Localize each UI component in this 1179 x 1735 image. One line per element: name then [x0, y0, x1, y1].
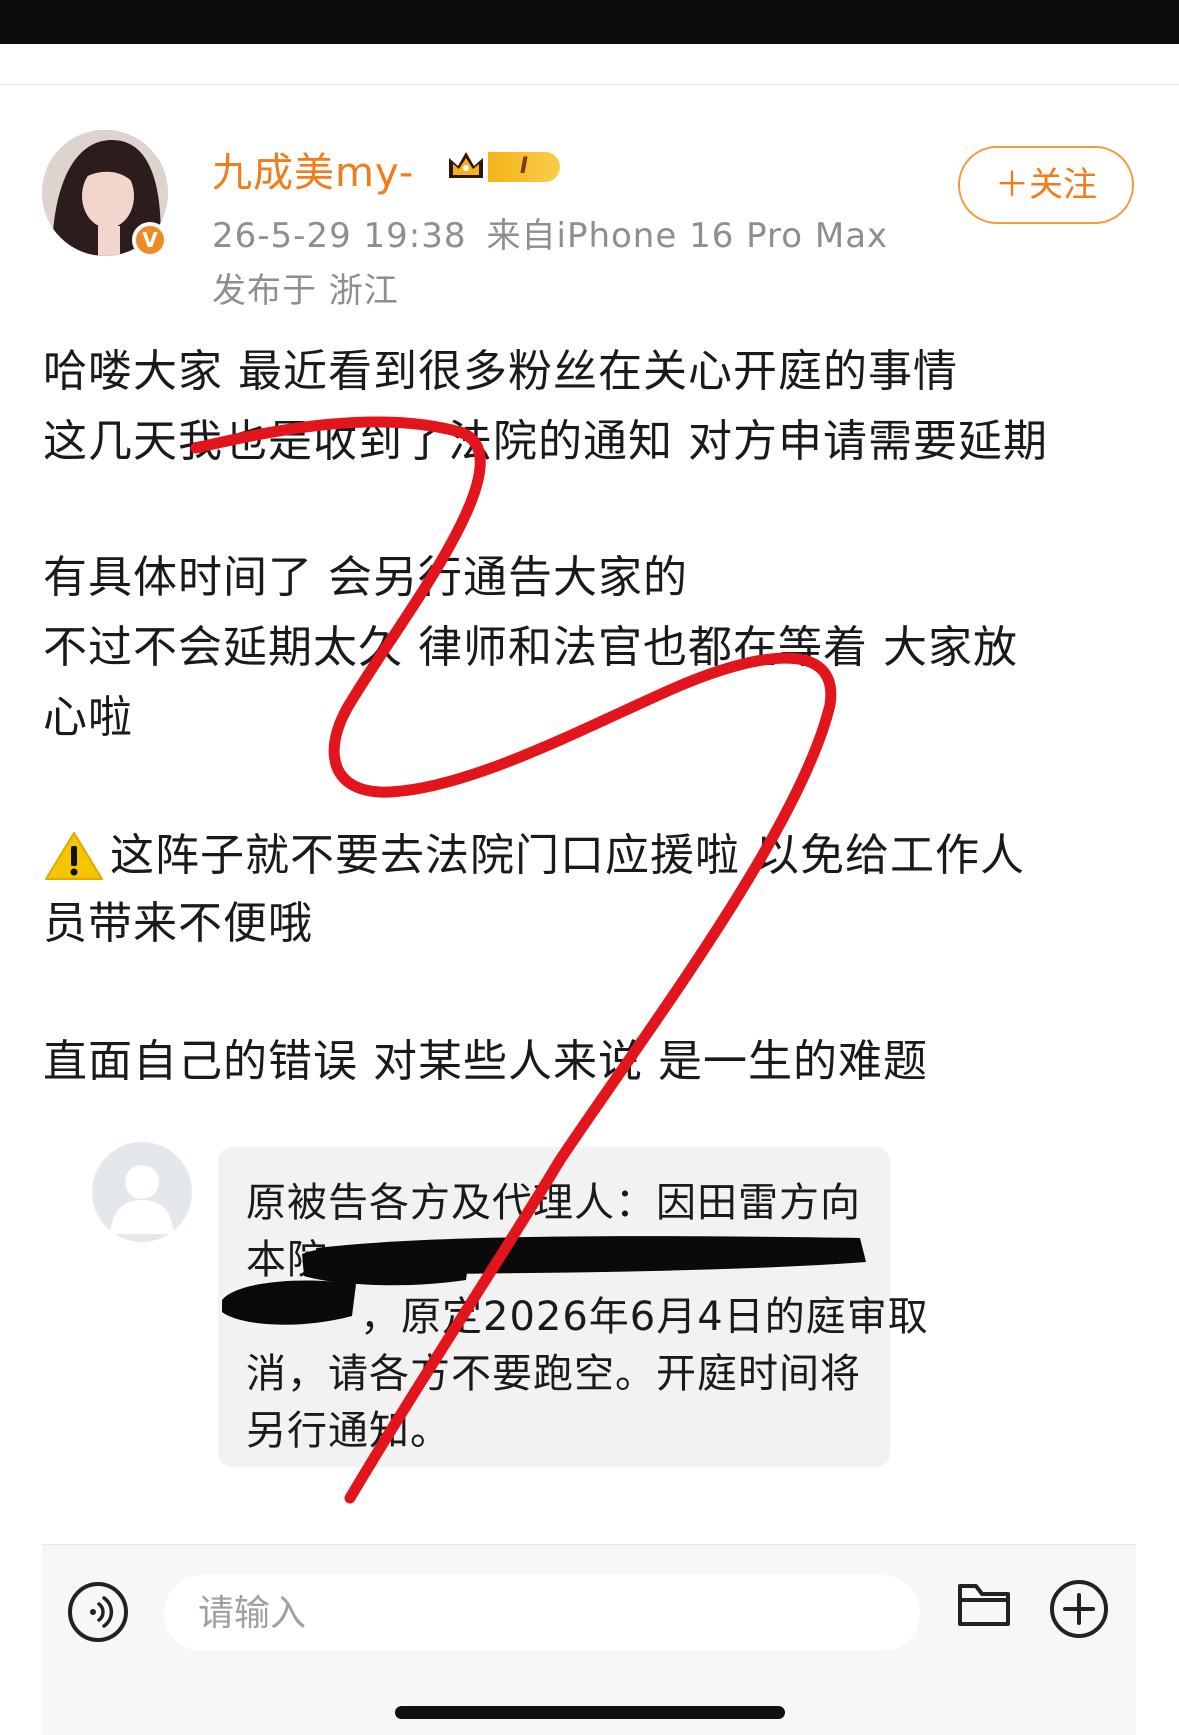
divider	[0, 84, 1179, 85]
verified-badge: V	[132, 222, 168, 258]
post-text-line: 哈喽大家 最近看到很多粉丝在关心开庭的事情	[43, 346, 958, 397]
home-indicator	[395, 1706, 785, 1719]
voice-button[interactable]	[68, 1582, 128, 1642]
message-line: 消，请各方不要跑空。开庭时间将	[246, 1351, 861, 1397]
message-line: 原被告各方及代理人：因田雷方向	[246, 1180, 861, 1226]
level-badge: I	[488, 152, 560, 182]
comment-input[interactable]	[164, 1575, 920, 1651]
post-source: 来自iPhone 16 Pro Max	[486, 216, 889, 256]
voice-icon	[90, 1596, 114, 1628]
message-line: 另行通知。	[246, 1408, 451, 1454]
post-text-line: 员带来不便哦	[43, 898, 313, 949]
post-meta: 26-5-29 19:38 来自iPhone 16 Pro Max	[212, 208, 888, 257]
post-text-line: 这阵子就不要去法院门口应援啦 以免给工作人	[110, 830, 1025, 881]
message-line: ，原定2026年6月4日的庭审取	[360, 1294, 929, 1340]
author-name[interactable]: 九成美my-	[212, 140, 414, 198]
post-text-line: 直面自己的错误 对某些人来说 是一生的难题	[43, 1036, 928, 1087]
crown-icon	[449, 152, 483, 178]
folder-icon[interactable]	[956, 1580, 1012, 1630]
warning-icon	[45, 832, 103, 880]
post-text-line: 心啦	[43, 692, 133, 743]
person-silhouette-icon	[110, 1165, 174, 1234]
message-line: 本院	[246, 1237, 328, 1283]
plus-circle-icon[interactable]	[1048, 1578, 1110, 1640]
follow-button[interactable]: ＋关注	[958, 146, 1134, 224]
post-text-line: 不过不会延期太久 律师和法官也都在等着 大家放	[43, 622, 1018, 673]
post-location: 发布于 浙江	[212, 271, 399, 311]
post-text-line: 有具体时间了 会另行通告大家的	[43, 552, 688, 603]
default-avatar-icon	[92, 1142, 192, 1242]
status-bar	[0, 0, 1179, 44]
post-timestamp: 26-5-29 19:38	[212, 216, 467, 256]
post-text-line: 这几天我也是收到了法院的通知 对方申请需要延期	[43, 416, 1048, 467]
